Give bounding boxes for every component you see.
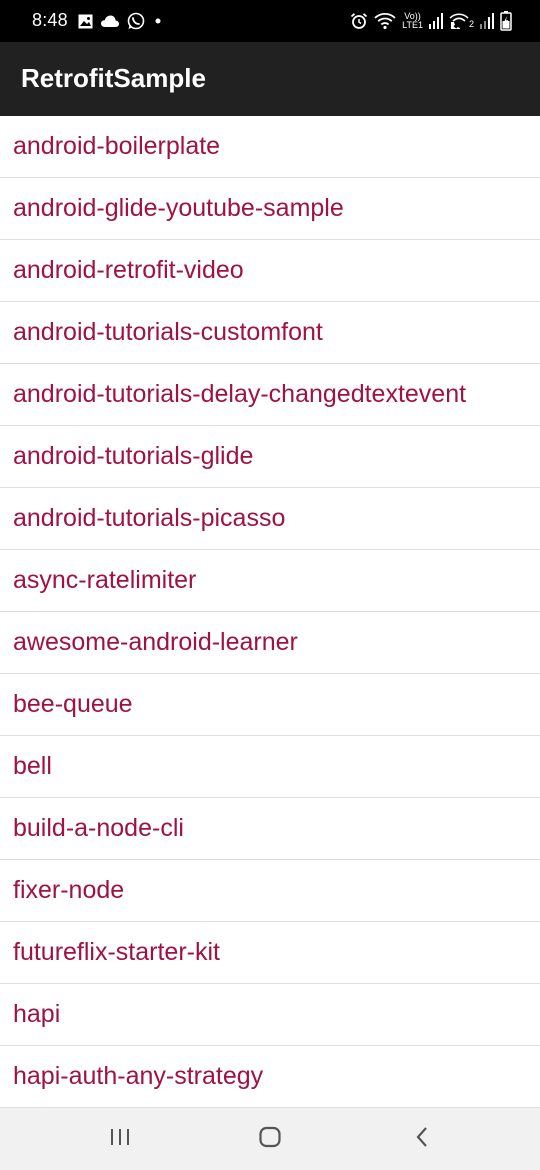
- list-item[interactable]: android-glide-youtube-sample: [0, 178, 540, 240]
- status-time: 8:48: [32, 10, 68, 30]
- battery-icon: [500, 11, 512, 31]
- repo-list[interactable]: android-boilerplate android-glide-youtub…: [0, 116, 540, 1108]
- whatsapp-icon: [127, 12, 145, 30]
- list-item[interactable]: fixer-node: [0, 860, 540, 922]
- list-item[interactable]: android-boilerplate: [0, 116, 540, 178]
- list-item[interactable]: android-tutorials-delay-changedtextevent: [0, 364, 540, 426]
- list-item[interactable]: bell: [0, 736, 540, 798]
- alarm-icon: [350, 12, 368, 30]
- status-bar: 8:48 Vo)) LTE1 2: [0, 0, 540, 42]
- list-item[interactable]: awesome-android-learner: [0, 612, 540, 674]
- home-button[interactable]: [220, 1108, 320, 1170]
- app-bar: RetrofitSample: [0, 42, 540, 116]
- list-item[interactable]: android-tutorials-picasso: [0, 488, 540, 550]
- gallery-icon: [78, 14, 93, 29]
- list-item[interactable]: hapi: [0, 984, 540, 1046]
- signal-icon: [480, 13, 494, 29]
- signal-icon: [428, 13, 443, 29]
- list-item[interactable]: android-tutorials-customfont: [0, 302, 540, 364]
- list-item[interactable]: bee-queue: [0, 674, 540, 736]
- list-item[interactable]: build-a-node-cli: [0, 798, 540, 860]
- cloud-icon: [101, 15, 119, 28]
- list-item[interactable]: async-ratelimiter: [0, 550, 540, 612]
- recents-icon: [109, 1127, 131, 1152]
- volte-icon: Vo)) LTE1: [402, 12, 423, 30]
- lte-label: LTE1: [402, 20, 423, 30]
- notification-icons: [78, 10, 163, 32]
- app-title: RetrofitSample: [21, 63, 206, 93]
- navigation-bar: [0, 1108, 540, 1170]
- sim2-label: 2: [468, 19, 474, 29]
- dot-icon: [153, 16, 163, 26]
- recents-button[interactable]: [70, 1108, 170, 1170]
- list-item[interactable]: hapi-auth-any-strategy: [0, 1046, 540, 1108]
- back-icon: [414, 1126, 430, 1153]
- wifi-icon: [374, 12, 396, 30]
- home-icon: [258, 1126, 282, 1153]
- back-button[interactable]: [372, 1108, 472, 1170]
- wifi-calling-icon: 2: [449, 13, 474, 29]
- list-item[interactable]: futureflix-starter-kit: [0, 922, 540, 984]
- list-item[interactable]: android-retrofit-video: [0, 240, 540, 302]
- system-icons: Vo)) LTE1 2: [350, 8, 512, 34]
- list-item[interactable]: android-tutorials-glide: [0, 426, 540, 488]
